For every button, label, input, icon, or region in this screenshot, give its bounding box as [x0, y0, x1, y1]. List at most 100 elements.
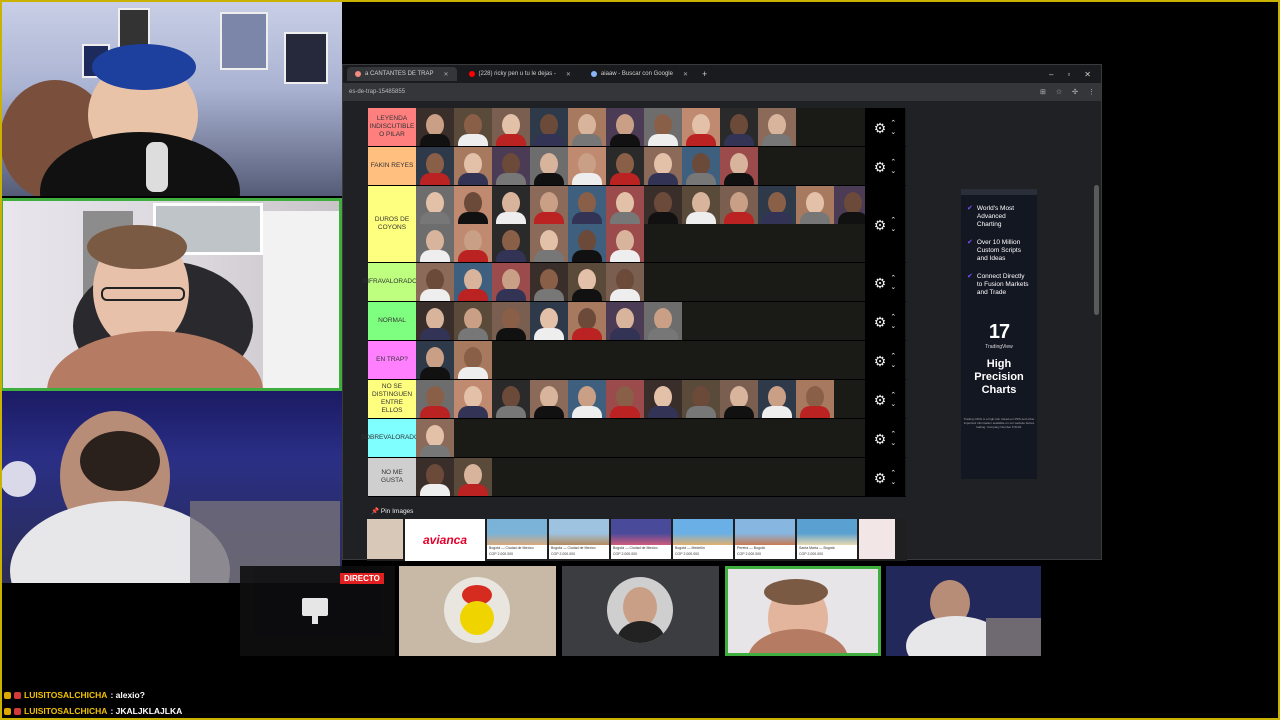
artist-image[interactable] — [720, 380, 758, 418]
artist-image[interactable] — [454, 147, 492, 185]
tier-label[interactable]: EN TRAP? — [368, 341, 416, 379]
chevron-up-icon[interactable]: ⌃ — [890, 391, 896, 400]
tab-youtube[interactable]: (228) ricky pen u tu le dejas - ✕ — [461, 67, 579, 81]
chevron-up-icon[interactable]: ⌃ — [890, 352, 896, 361]
tier-label[interactable]: INFRAVALORADOS — [363, 263, 422, 301]
chevron-down-icon[interactable]: ⌄ — [890, 167, 896, 176]
address-bar[interactable]: es-de-trap-15485855 ⊞ ☆ ✣ ⋮ — [343, 83, 1101, 101]
chevron-down-icon[interactable]: ⌄ — [890, 283, 896, 292]
pin-card[interactable]: Bogotá — Ciudad de Mexico COP 2.000.000 — [487, 519, 547, 559]
chevron-down-icon[interactable]: ⌄ — [890, 478, 896, 487]
artist-image[interactable] — [492, 302, 530, 340]
artist-image[interactable] — [606, 263, 644, 301]
artist-image[interactable] — [530, 108, 568, 146]
artist-image[interactable] — [568, 380, 606, 418]
chevron-down-icon[interactable]: ⌄ — [890, 361, 896, 370]
minimize-button[interactable]: – — [1049, 70, 1053, 79]
participant-tile-2[interactable] — [562, 566, 719, 656]
pin-card[interactable]: Pereira — Bogotá COP 2.000.000 — [735, 519, 795, 559]
chevron-up-icon[interactable]: ⌃ — [890, 430, 896, 439]
artist-image[interactable] — [454, 263, 492, 301]
chevron-up-icon[interactable]: ⌃ — [890, 119, 896, 128]
tier-items[interactable] — [416, 263, 906, 301]
tier-label[interactable]: NORMAL — [368, 302, 416, 340]
artist-image[interactable] — [606, 380, 644, 418]
chevron-up-icon[interactable]: ⌃ — [890, 216, 896, 225]
tier-label[interactable]: DUROS DE COYONS — [368, 186, 416, 262]
chevron-down-icon[interactable]: ⌄ — [890, 128, 896, 137]
artist-image[interactable] — [758, 108, 796, 146]
artist-image[interactable] — [796, 380, 834, 418]
artist-image[interactable] — [606, 186, 644, 224]
tier-items[interactable] — [416, 186, 906, 262]
artist-image[interactable] — [606, 108, 644, 146]
artist-image[interactable] — [530, 147, 568, 185]
artist-image[interactable] — [606, 224, 644, 262]
artist-image[interactable] — [796, 186, 834, 224]
artist-image[interactable] — [416, 458, 454, 496]
participant-tile-3[interactable] — [725, 566, 881, 656]
artist-image[interactable] — [416, 380, 454, 418]
artist-image[interactable] — [416, 263, 454, 301]
artist-image[interactable] — [644, 108, 682, 146]
tier-label[interactable]: NO SE DISTINGUEN ENTRE ELLOS — [368, 380, 416, 418]
chevron-up-icon[interactable]: ⌃ — [890, 158, 896, 167]
tradingview-ad[interactable]: ✔ World's Most Advanced Charting ✔ Over 10… — [961, 189, 1037, 479]
artist-image[interactable] — [720, 108, 758, 146]
gear-icon[interactable]: ⚙ — [874, 471, 887, 485]
artist-image[interactable] — [568, 224, 606, 262]
artist-image[interactable] — [416, 341, 454, 379]
artist-image[interactable] — [454, 458, 492, 496]
chevron-down-icon[interactable]: ⌄ — [890, 400, 896, 409]
gear-icon[interactable]: ⚙ — [874, 354, 887, 368]
artist-image[interactable] — [568, 302, 606, 340]
tier-label[interactable]: FAKIN REYES — [368, 147, 416, 185]
tier-label[interactable]: SOBREVALORADOS — [361, 419, 423, 457]
artist-image[interactable] — [568, 263, 606, 301]
tier-items[interactable] — [416, 380, 906, 418]
chevron-down-icon[interactable]: ⌄ — [890, 225, 896, 234]
artist-image[interactable] — [568, 186, 606, 224]
close-tab-icon[interactable]: ✕ — [566, 71, 571, 78]
artist-image[interactable] — [682, 380, 720, 418]
artist-image[interactable] — [416, 108, 454, 146]
pin-card[interactable]: Bogotá — Ciudad de Mexico COP 2.000.000 — [549, 519, 609, 559]
tier-items[interactable] — [416, 419, 906, 457]
chevron-down-icon[interactable]: ⌄ — [890, 439, 896, 448]
gear-icon[interactable]: ⚙ — [874, 121, 887, 135]
artist-image[interactable] — [454, 380, 492, 418]
tier-items[interactable] — [416, 458, 906, 496]
close-window-button[interactable]: ✕ — [1084, 70, 1091, 79]
artist-image[interactable] — [758, 380, 796, 418]
artist-image[interactable] — [568, 147, 606, 185]
pin-card-person[interactable] — [367, 519, 403, 559]
artist-image[interactable] — [606, 147, 644, 185]
artist-image[interactable] — [758, 186, 796, 224]
artist-image[interactable] — [454, 186, 492, 224]
artist-image[interactable] — [530, 186, 568, 224]
new-tab-button[interactable]: + — [702, 69, 707, 79]
translate-icon[interactable]: ⊞ — [1040, 88, 1046, 96]
participant-tile-4[interactable] — [886, 566, 1041, 656]
artist-image[interactable] — [644, 380, 682, 418]
maximize-button[interactable]: ▫ — [1067, 70, 1070, 79]
artist-image[interactable] — [416, 147, 454, 185]
artist-image[interactable] — [606, 302, 644, 340]
artist-image[interactable] — [416, 419, 454, 457]
tab-tierlist[interactable]: a CANTANTES DE TRAP ✕ — [347, 67, 457, 81]
tier-label[interactable]: LEYENDA INDISCUTIBLE O PILAR — [368, 108, 416, 146]
artist-image[interactable] — [568, 108, 606, 146]
artist-image[interactable] — [682, 108, 720, 146]
chevron-up-icon[interactable]: ⌃ — [890, 274, 896, 283]
artist-image[interactable] — [454, 224, 492, 262]
gear-icon[interactable]: ⚙ — [874, 218, 887, 232]
artist-image[interactable] — [644, 147, 682, 185]
artist-image[interactable] — [682, 186, 720, 224]
artist-image[interactable] — [682, 147, 720, 185]
close-tab-icon[interactable]: ✕ — [683, 71, 688, 78]
chevron-down-icon[interactable]: ⌄ — [890, 322, 896, 331]
chevron-up-icon[interactable]: ⌃ — [890, 469, 896, 478]
artist-image[interactable] — [492, 147, 530, 185]
pin-card-person[interactable] — [859, 519, 895, 559]
tab-google[interactable]: aiaaw - Buscar con Google ✕ — [583, 67, 696, 81]
